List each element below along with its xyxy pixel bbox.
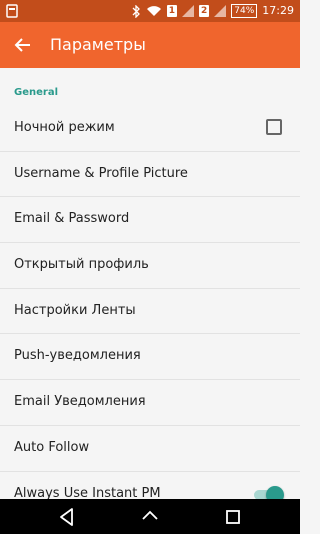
signal1-icon: [182, 5, 195, 17]
page-title: Параметры: [50, 35, 146, 54]
setting-label: Username & Profile Picture: [14, 165, 188, 181]
setting-email-password[interactable]: Email & Password: [0, 197, 300, 244]
setting-label: Email Уведомления: [14, 394, 146, 410]
setting-label: Настройки Ленты: [14, 302, 136, 318]
setting-label: Ночной режим: [14, 120, 115, 135]
setting-username-profile-picture[interactable]: Username & Profile Picture: [0, 152, 300, 198]
battery-level: 74: [234, 6, 246, 16]
section-header: General: [14, 87, 58, 98]
nav-back-button[interactable]: [56, 506, 78, 528]
setting-auto-follow[interactable]: Auto Follow: [0, 426, 300, 472]
battery-icon: 74%: [231, 4, 258, 18]
setting-email-notifications[interactable]: Email Уведомления: [0, 380, 300, 426]
status-bar: 1 2 74% 17:29: [0, 0, 300, 22]
instant-pm-switch[interactable]: [254, 485, 284, 499]
setting-label: Auto Follow: [14, 439, 90, 455]
setting-push-notifications[interactable]: Push-уведомления: [0, 334, 300, 381]
settings-list: General Ночной режим Username & Profile …: [0, 68, 300, 499]
setting-public-profile[interactable]: Открытый профиль: [0, 243, 300, 289]
notification-icon: [6, 4, 18, 18]
arrow-back-icon: [14, 38, 30, 52]
night-mode-checkbox[interactable]: [266, 119, 282, 135]
app-toolbar: Параметры: [0, 22, 300, 68]
setting-label: Открытый профиль: [14, 257, 149, 273]
home-circle-icon: [142, 510, 158, 520]
wifi-icon: [146, 6, 161, 16]
status-bar-right: 1 2 74% 17:29: [132, 3, 294, 19]
setting-label: Always Use Instant PM: [14, 485, 161, 500]
nav-home-button[interactable]: [139, 506, 161, 528]
status-bar-left: [6, 3, 18, 19]
clock: 17:29: [262, 4, 294, 17]
setting-always-use-instant-pm[interactable]: Always Use Instant PM: [0, 472, 300, 500]
setting-feed-settings[interactable]: Настройки Ленты: [0, 289, 300, 335]
navigation-bar: [0, 499, 300, 534]
setting-night-mode[interactable]: Ночной режим: [0, 106, 300, 152]
signal2-icon: [214, 5, 227, 17]
recents-square-icon: [226, 510, 240, 524]
nav-recents-button[interactable]: [222, 506, 244, 528]
setting-label: Push-уведомления: [14, 348, 141, 364]
bluetooth-icon: [132, 4, 140, 18]
back-triangle-icon: [60, 508, 73, 526]
back-button[interactable]: [8, 30, 38, 60]
setting-label: Email & Password: [14, 211, 130, 227]
switch-thumb: [266, 485, 284, 499]
sim1-badge: 1: [166, 5, 178, 17]
sim2-badge: 2: [199, 5, 210, 17]
